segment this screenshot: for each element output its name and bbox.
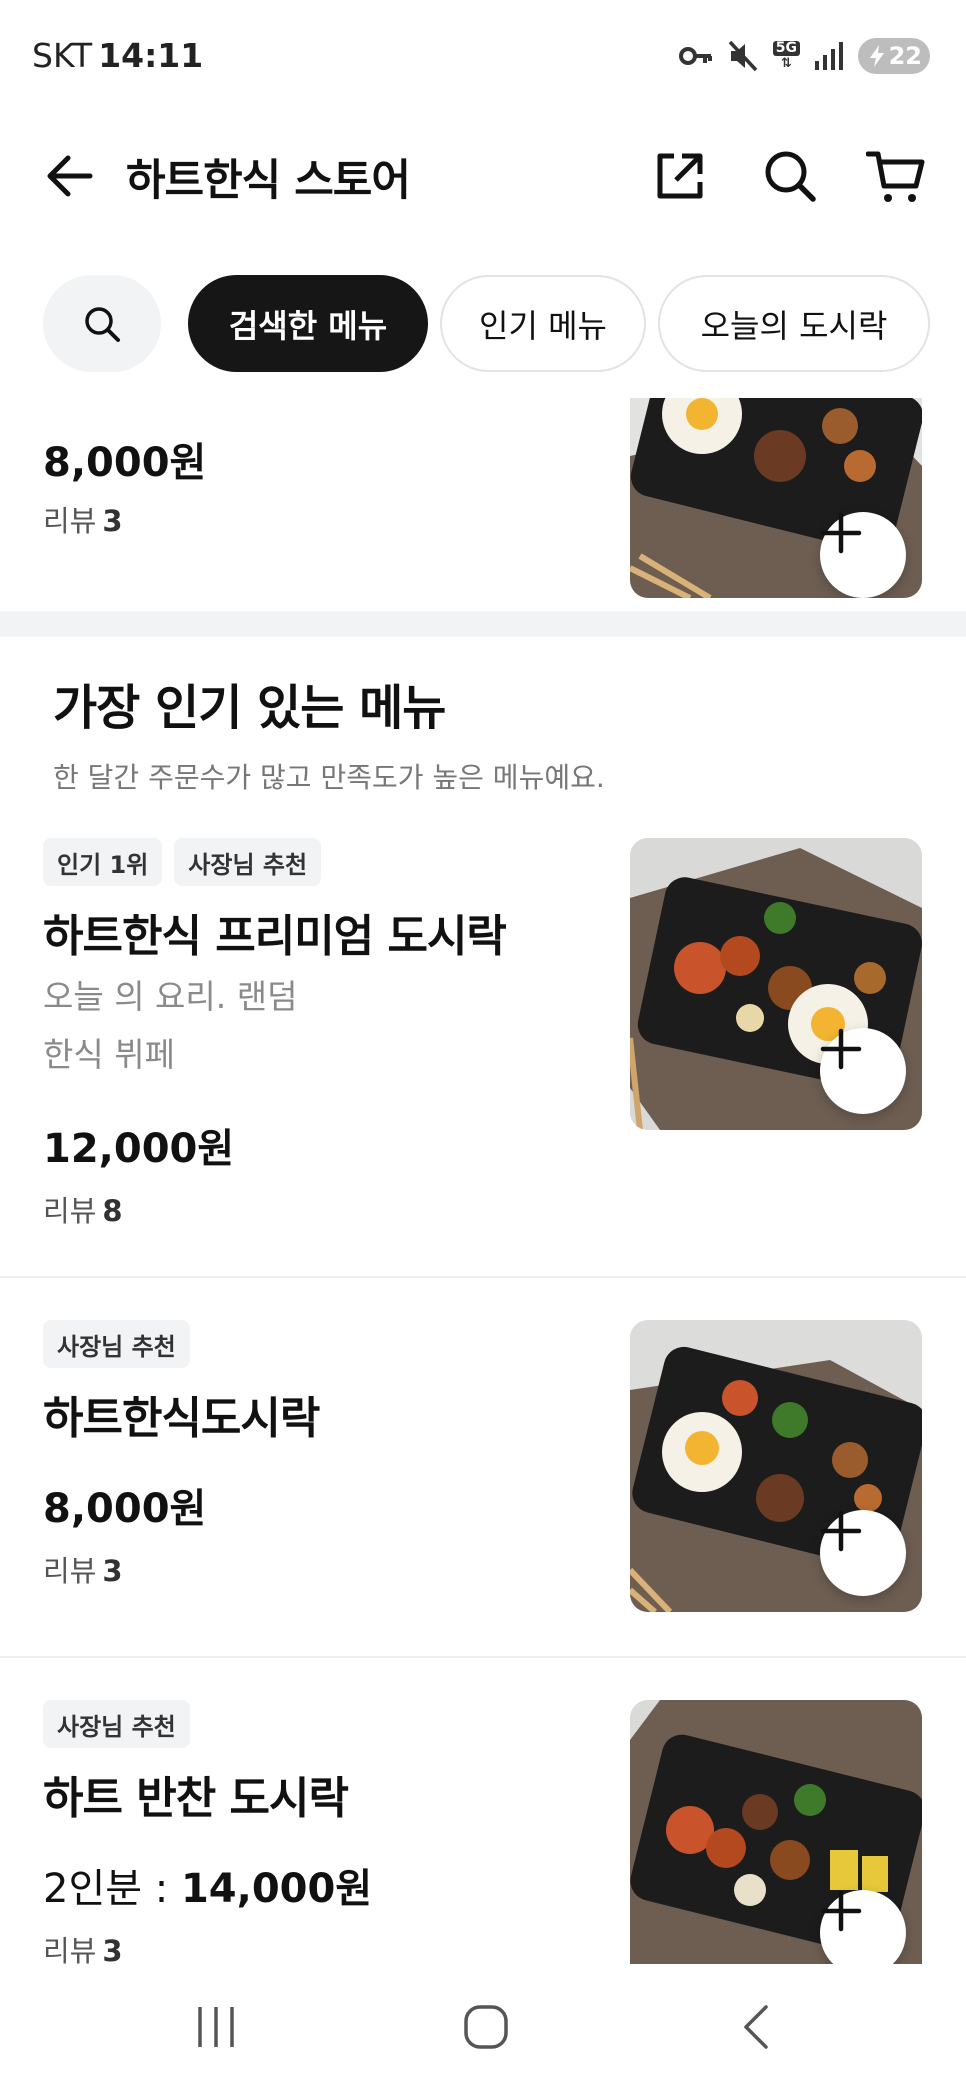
chevron-left-icon — [744, 2005, 768, 2049]
item-reviews: 리뷰 8 — [43, 1188, 123, 1230]
filter-chips: 검색한 메뉴 인기 메뉴 오늘의 도시락 — [0, 275, 966, 375]
carrier-label: SKT — [32, 36, 93, 75]
reviews-label: 리뷰 — [43, 1934, 97, 1964]
menu-item[interactable]: 인기 1위 사장님 추천 하트한식 프리미엄 도시락 오늘 의 요리. 랜덤 한… — [0, 838, 966, 1274]
cart-button[interactable] — [865, 146, 926, 206]
section-title: 가장 인기 있는 메뉴 — [53, 680, 446, 736]
item-description-line: 오늘 의 요리. 랜덤 — [43, 977, 298, 1016]
chip-searched-menu[interactable]: 검색한 메뉴 — [188, 275, 428, 372]
mute-icon — [728, 40, 758, 72]
badge-owner-pick: 사장님 추천 — [43, 1320, 190, 1368]
share-icon — [657, 153, 703, 199]
network-label: 5G — [772, 41, 800, 56]
item-name: 하트 반찬 도시락 — [43, 1773, 349, 1824]
chip-search-button[interactable] — [43, 275, 161, 372]
battery-level: 22 — [888, 42, 922, 70]
item-divider — [0, 1656, 966, 1658]
status-icons: 5G ⇅ 22 — [678, 36, 930, 76]
share-button[interactable] — [650, 146, 710, 206]
reviews-count: 3 — [102, 1554, 123, 1588]
item-price: 8,000원 — [43, 440, 207, 486]
plus-icon — [820, 512, 862, 554]
menu-item[interactable]: 사장님 추천 하트한식도시락 8,000원 리뷰 3 — [0, 1320, 966, 1620]
price-prefix: 2인분 : — [43, 1866, 181, 1912]
add-to-cart-button[interactable] — [820, 512, 906, 598]
section-divider — [0, 611, 966, 637]
item-price: 2인분 : 14,000원 — [43, 1856, 372, 1914]
search-icon — [765, 151, 816, 202]
item-price: 12,000원 — [43, 1126, 235, 1172]
item-description-line: 한식 뷔페 — [43, 1035, 175, 1074]
item-name: 하트한식 프리미엄 도시락 — [43, 911, 507, 962]
item-name: 하트한식도시락 — [43, 1393, 320, 1444]
signal-icon — [815, 42, 843, 70]
app-header: 하트한식 스토어 — [0, 120, 966, 230]
back-nav-button[interactable] — [716, 1992, 796, 2062]
menu-list[interactable]: 8,000원 리뷰 3 가장 인기 있는 메뉴 한 달간 주문수가 많고 만족도가… — [0, 398, 966, 1964]
item-image[interactable] — [630, 838, 922, 1130]
plus-icon — [820, 1890, 862, 1932]
reviews-count: 8 — [102, 1194, 123, 1228]
plus-icon — [820, 1028, 862, 1070]
badge-group: 인기 1위 사장님 추천 — [43, 838, 322, 886]
badge-group: 사장님 추천 — [43, 1700, 190, 1748]
badge-owner-pick: 사장님 추천 — [174, 838, 322, 886]
cart-icon — [865, 151, 925, 202]
reviews-label: 리뷰 — [43, 504, 97, 538]
menu-item[interactable]: 사장님 추천 하트 반찬 도시락 2인분 : 14,000원 리뷰 3 — [0, 1700, 966, 1964]
search-button[interactable] — [760, 146, 820, 206]
arrow-left-icon — [47, 155, 93, 197]
recent-apps-icon — [198, 2007, 234, 2047]
add-to-cart-button[interactable] — [820, 1510, 906, 1596]
item-image[interactable] — [630, 1700, 922, 1964]
search-icon — [85, 306, 120, 342]
reviews-count: 3 — [102, 504, 123, 538]
chip-popular-menu[interactable]: 인기 메뉴 — [440, 275, 646, 372]
item-reviews: 리뷰 3 — [43, 1548, 123, 1590]
item-price: 8,000원 — [43, 1486, 207, 1532]
status-bar: SKT 14:11 5G ⇅ 22 — [0, 0, 966, 115]
vpn-key-icon — [678, 47, 712, 65]
item-divider — [0, 1276, 966, 1278]
reviews-count: 3 — [102, 1934, 123, 1964]
back-button[interactable] — [42, 148, 98, 204]
item-reviews: 리뷰 3 — [43, 498, 123, 540]
add-to-cart-button[interactable] — [820, 1028, 906, 1114]
page-title: 하트한식 스토어 — [126, 156, 411, 206]
reviews-label: 리뷰 — [43, 1194, 97, 1228]
system-navigation-bar — [0, 1964, 966, 2093]
badge-group: 사장님 추천 — [43, 1320, 190, 1368]
item-image[interactable] — [630, 1320, 922, 1612]
menu-item-partial[interactable]: 8,000원 리뷰 3 — [0, 398, 966, 608]
chip-today-lunchbox[interactable]: 오늘의 도시락 — [658, 275, 930, 372]
price-value: 14,000원 — [180, 1866, 373, 1912]
recent-apps-button[interactable] — [176, 1992, 256, 2062]
item-image[interactable] — [630, 398, 922, 598]
status-left: SKT 14:11 — [32, 36, 203, 75]
network-5g-icon: 5G ⇅ — [772, 41, 800, 71]
clock: 14:11 — [98, 36, 204, 75]
item-reviews: 리뷰 3 — [43, 1928, 123, 1964]
home-button[interactable] — [446, 1992, 526, 2062]
section-subtitle: 한 달간 주문수가 많고 만족도가 높은 메뉴예요. — [53, 761, 605, 794]
badge-owner-pick: 사장님 추천 — [43, 1700, 190, 1748]
badge-popular-rank: 인기 1위 — [43, 838, 163, 886]
home-icon — [464, 2005, 508, 2049]
plus-icon — [820, 1510, 862, 1552]
battery-icon: 22 — [858, 38, 930, 74]
reviews-label: 리뷰 — [43, 1554, 97, 1588]
